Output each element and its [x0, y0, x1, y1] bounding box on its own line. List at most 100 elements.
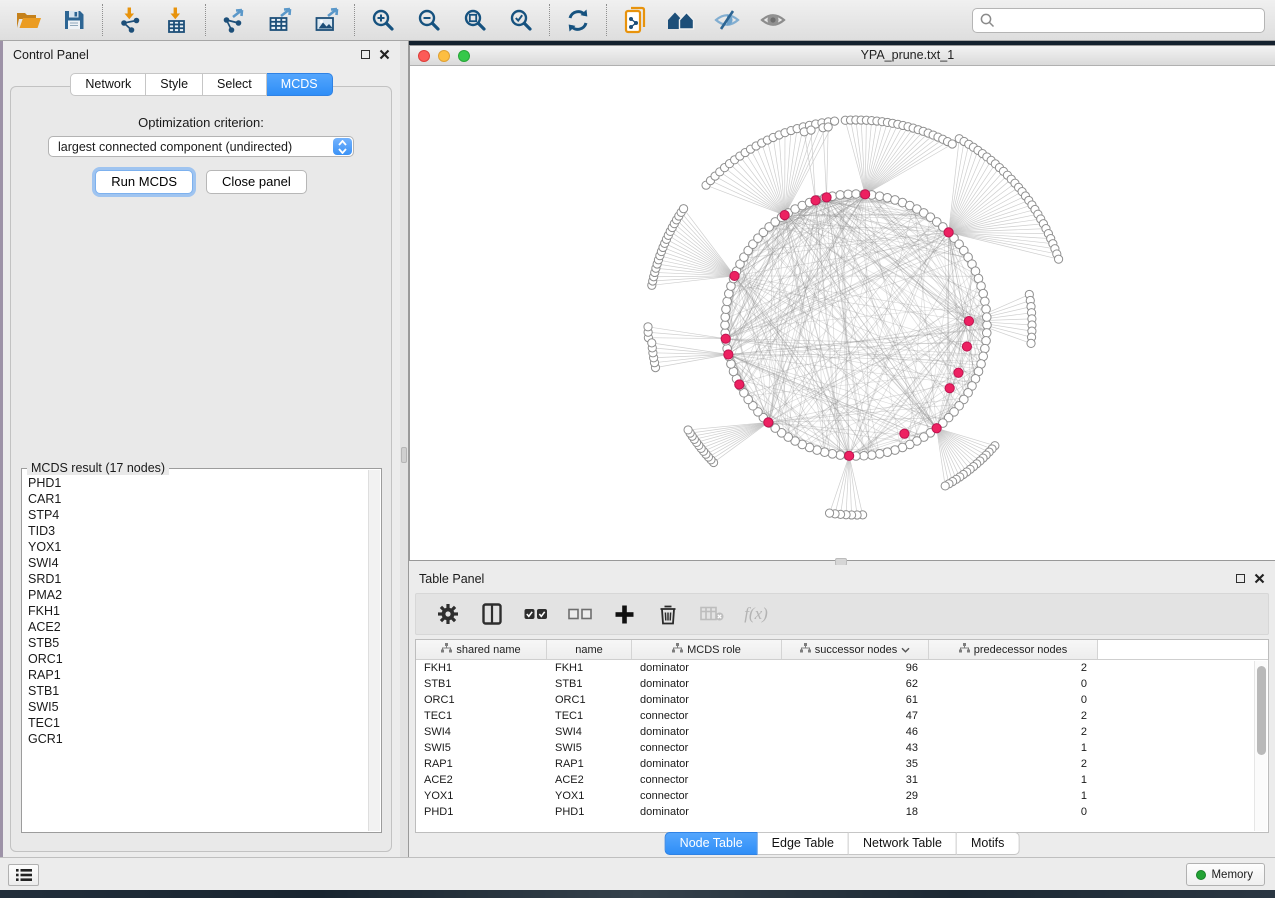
table-row[interactable]: PHD1PHD1dominator180: [416, 804, 1268, 820]
table-cell: FKH1: [416, 662, 547, 674]
node-table[interactable]: shared name name MCDS rolesuccessor nodesp…: [415, 639, 1269, 833]
column-header-predecessor-nodes[interactable]: predecessor nodes: [929, 640, 1098, 659]
home-icon[interactable]: [666, 5, 696, 35]
mcds-result-item[interactable]: TEC1: [28, 715, 365, 731]
float-panel-icon[interactable]: [1236, 574, 1245, 583]
splitter-handle[interactable]: [401, 447, 407, 463]
apply-layout-icon[interactable]: [563, 5, 593, 35]
hide-details-icon[interactable]: [712, 5, 742, 35]
search-input[interactable]: [1000, 14, 1264, 28]
add-column-icon[interactable]: [612, 601, 636, 627]
table-row[interactable]: RAP1RAP1dominator352: [416, 756, 1268, 772]
zoom-in-icon[interactable]: [368, 5, 398, 35]
tab-motifs[interactable]: Motifs: [957, 832, 1019, 855]
mcds-result-item[interactable]: ORC1: [28, 651, 365, 667]
table-cell: connector: [632, 774, 782, 786]
close-panel-button[interactable]: Close panel: [206, 170, 307, 194]
float-panel-icon[interactable]: [361, 50, 370, 59]
optimization-criterion-select[interactable]: largest connected component (undirected): [48, 136, 354, 157]
network-window: YPA_prune.txt_1: [409, 45, 1275, 561]
mcds-result-scrollbar[interactable]: [368, 470, 380, 831]
table-cell: dominator: [632, 726, 782, 738]
table-settings-gear-icon[interactable]: [436, 601, 460, 627]
table-row[interactable]: YOX1YOX1connector291: [416, 788, 1268, 804]
column-label: name: [575, 644, 603, 656]
mcds-result-item[interactable]: RAP1: [28, 667, 365, 683]
export-network-icon[interactable]: [219, 5, 249, 35]
memory-button[interactable]: Memory: [1186, 863, 1265, 886]
search-box[interactable]: [972, 8, 1265, 33]
column-header-name[interactable]: name: [547, 640, 632, 659]
table-scrollbar-thumb[interactable]: [1257, 666, 1266, 755]
zoom-out-icon[interactable]: [414, 5, 444, 35]
export-image-icon[interactable]: [311, 5, 341, 35]
tab-select[interactable]: Select: [203, 73, 267, 96]
zoom-fit-icon[interactable]: [460, 5, 490, 35]
table-row[interactable]: ACE2ACE2connector311: [416, 772, 1268, 788]
table-row[interactable]: SWI5SWI5connector431: [416, 740, 1268, 756]
save-session-icon[interactable]: [59, 5, 89, 35]
tab-edge-table[interactable]: Edge Table: [758, 832, 849, 855]
mcds-result-list[interactable]: PHD1CAR1STP4TID3YOX1SWI4SRD1PMA2FKH1ACE2…: [28, 475, 365, 830]
close-window-icon[interactable]: [418, 50, 430, 62]
table-row[interactable]: TEC1TEC1connector472: [416, 708, 1268, 724]
table-row[interactable]: ORC1ORC1dominator610: [416, 692, 1268, 708]
table-row[interactable]: SWI4SWI4dominator462: [416, 724, 1268, 740]
table-row[interactable]: FKH1FKH1dominator962: [416, 660, 1268, 676]
mcds-result-item[interactable]: PHD1: [28, 475, 365, 491]
network-graph[interactable]: [410, 66, 1275, 560]
tab-mcds[interactable]: MCDS: [267, 73, 333, 96]
mcds-result-item[interactable]: SWI4: [28, 555, 365, 571]
tab-style[interactable]: Style: [146, 73, 203, 96]
mcds-result-item[interactable]: TID3: [28, 523, 365, 539]
zoom-selected-icon[interactable]: [506, 5, 536, 35]
task-history-button[interactable]: [8, 864, 39, 886]
table-cell: RAP1: [416, 758, 547, 770]
vertical-splitter[interactable]: [400, 41, 409, 857]
mcds-result-item[interactable]: SWI5: [28, 699, 365, 715]
show-details-icon[interactable]: [758, 5, 788, 35]
delete-column-icon[interactable]: [656, 601, 680, 627]
mcds-result-item[interactable]: PMA2: [28, 587, 365, 603]
close-panel-icon[interactable]: [379, 49, 390, 60]
close-panel-icon[interactable]: [1254, 573, 1265, 584]
network-window-titlebar[interactable]: YPA_prune.txt_1: [410, 46, 1275, 66]
network-doc-icon[interactable]: [620, 5, 650, 35]
column-header-MCDS-role[interactable]: MCDS role: [632, 640, 782, 659]
table-cell: 96: [782, 662, 929, 674]
mcds-result-item[interactable]: STB5: [28, 635, 365, 651]
deselect-all-icon[interactable]: [568, 601, 592, 627]
mcds-result-item[interactable]: STB1: [28, 683, 365, 699]
tab-node-table[interactable]: Node Table: [665, 832, 758, 855]
mcds-result-item[interactable]: GCR1: [28, 731, 365, 747]
mcds-result-item[interactable]: ACE2: [28, 619, 365, 635]
mcds-result-item[interactable]: FKH1: [28, 603, 365, 619]
table-cell: TEC1: [547, 710, 632, 722]
run-mcds-button[interactable]: Run MCDS: [95, 170, 193, 194]
tab-network-table[interactable]: Network Table: [849, 832, 957, 855]
import-network-icon[interactable]: [116, 5, 146, 35]
minimize-window-icon[interactable]: [438, 50, 450, 62]
maximize-window-icon[interactable]: [458, 50, 470, 62]
status-bar: Memory: [0, 857, 1275, 890]
mcds-result-item[interactable]: YOX1: [28, 539, 365, 555]
mcds-result-item[interactable]: CAR1: [28, 491, 365, 507]
mcds-result-item[interactable]: SRD1: [28, 571, 365, 587]
table-scrollbar[interactable]: [1254, 661, 1267, 831]
column-header-successor-nodes[interactable]: successor nodes: [782, 640, 929, 659]
table-row[interactable]: STB1STB1dominator620: [416, 676, 1268, 692]
import-table-icon[interactable]: [162, 5, 192, 35]
column-header-shared-name[interactable]: shared name: [416, 640, 547, 659]
network-canvas[interactable]: [410, 66, 1275, 560]
table-cell: connector: [632, 710, 782, 722]
export-table-icon[interactable]: [265, 5, 295, 35]
select-all-icon[interactable]: [524, 601, 548, 627]
show-columns-icon[interactable]: [480, 601, 504, 627]
table-cell: SWI5: [547, 742, 632, 754]
table-cell: 62: [782, 678, 929, 690]
mcds-result-item[interactable]: STP4: [28, 507, 365, 523]
tab-network[interactable]: Network: [70, 73, 146, 96]
open-session-icon[interactable]: [13, 5, 43, 35]
table-cell: ORC1: [416, 694, 547, 706]
table-cell: connector: [632, 790, 782, 802]
